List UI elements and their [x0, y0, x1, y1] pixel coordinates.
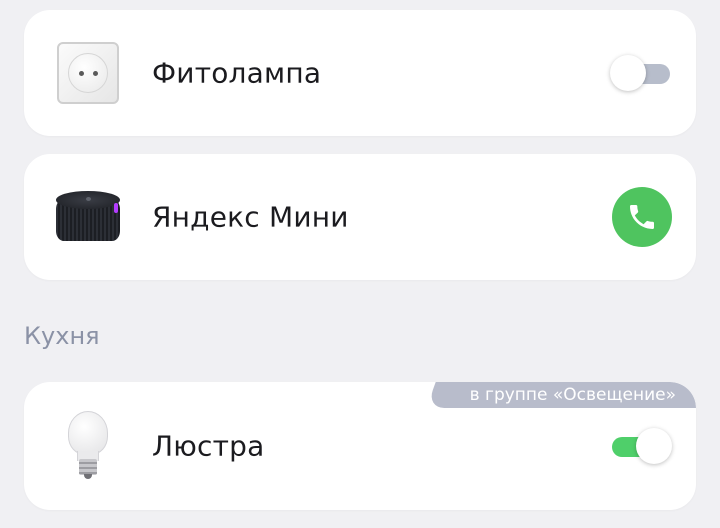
device-list: Фитолампа Яндекс Мини Кухня в группе «Ос…	[0, 0, 720, 528]
toggle-knob	[636, 428, 672, 464]
power-toggle[interactable]	[610, 55, 672, 91]
device-name: Фитолампа	[152, 56, 322, 90]
device-name: Яндекс Мини	[152, 200, 349, 234]
device-card-fitolampa[interactable]: Фитолампа	[24, 10, 696, 136]
light-bulb-icon	[54, 411, 122, 480]
smart-speaker-icon	[54, 183, 122, 251]
device-card-yandex-mini[interactable]: Яндекс Мини	[24, 154, 696, 280]
section-title-kitchen: Кухня	[24, 322, 100, 350]
socket-icon	[54, 39, 122, 107]
call-button[interactable]	[612, 187, 672, 247]
phone-icon	[630, 205, 654, 229]
device-card-lyustra[interactable]: в группе «Освещение» Люстра	[24, 382, 696, 510]
device-name: Люстра	[152, 429, 265, 463]
toggle-knob	[610, 55, 646, 91]
group-badge: в группе «Освещение»	[443, 382, 696, 408]
power-toggle[interactable]	[610, 428, 672, 464]
